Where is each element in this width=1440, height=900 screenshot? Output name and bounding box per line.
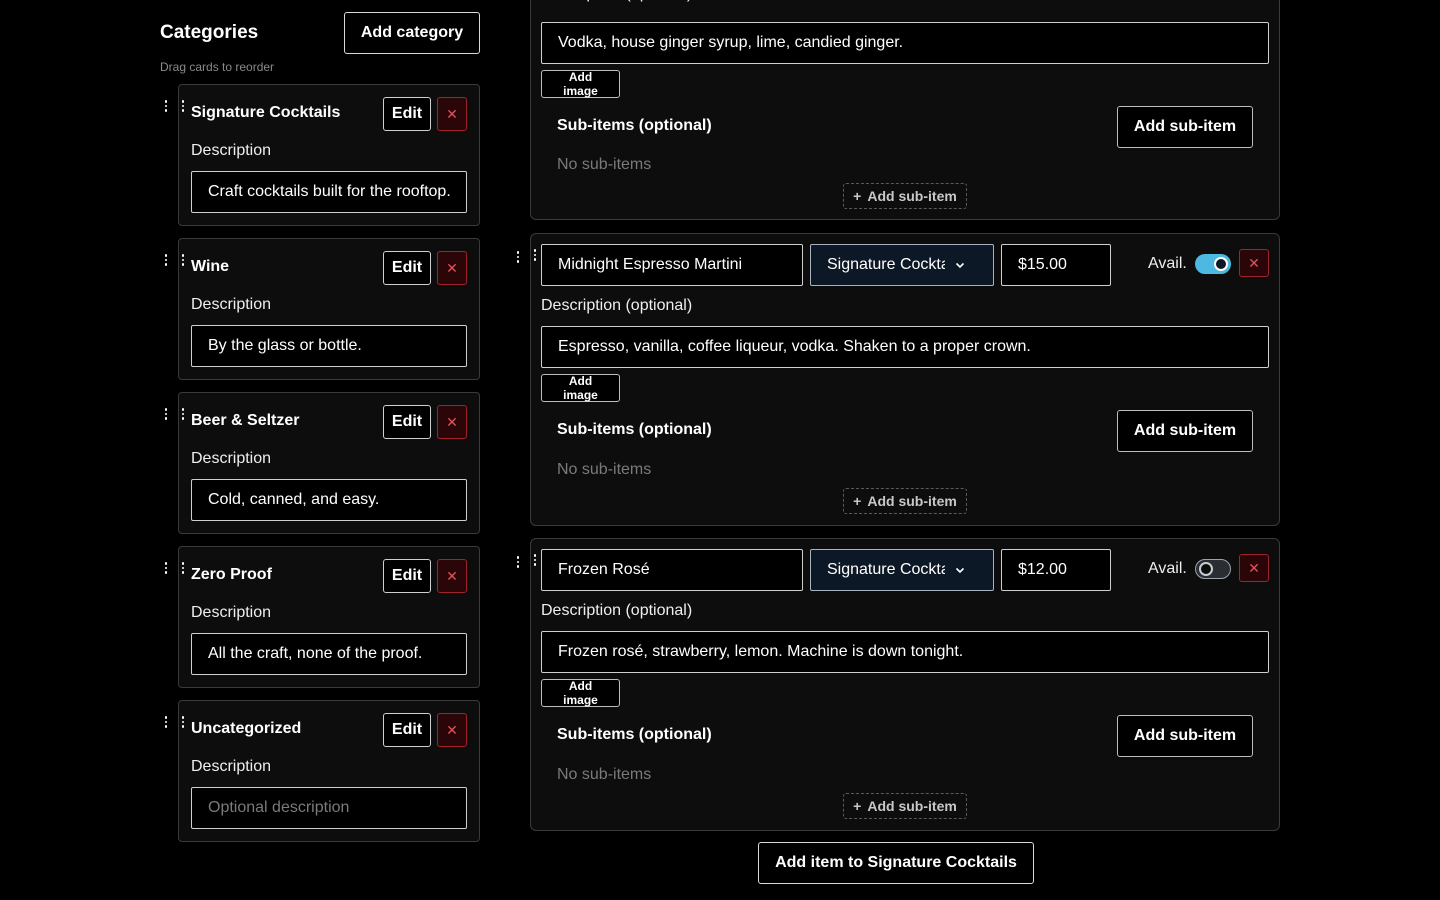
item-card: Description (optional) Vodka, house ging… (530, 0, 1280, 220)
category-name: Wine (191, 258, 230, 275)
close-icon: ✕ (1248, 559, 1260, 576)
category-description-label: Description (191, 604, 272, 621)
category-description-label: Description (191, 450, 272, 467)
item-card: Frozen Rosé Signature Cocktails $12.00 A… (530, 538, 1280, 831)
item-category-value: Signature Cocktails (827, 256, 945, 273)
edit-category-button[interactable]: Edit (383, 97, 431, 131)
category-description-input[interactable]: Cold, canned, and easy. (191, 479, 467, 521)
available-toggle[interactable] (1195, 254, 1231, 274)
no-sub-items-text: No sub-items (557, 766, 652, 783)
available-label: Avail. (1148, 255, 1187, 272)
add-category-button[interactable]: Add category (344, 12, 480, 54)
available-label: Avail. (1148, 560, 1187, 577)
category-name: Beer & Seltzer (191, 412, 300, 429)
close-icon: ✕ (446, 567, 458, 584)
category-description-label: Description (191, 758, 272, 775)
sub-items-title: Sub-items (optional) (557, 421, 712, 438)
category-card-uncategorized: Uncategorized Edit ✕ Description Optiona… (178, 700, 480, 842)
close-icon: ✕ (446, 105, 458, 122)
item-description-input[interactable]: Vodka, house ginger syrup, lime, candied… (541, 22, 1269, 64)
no-sub-items-text: No sub-items (557, 461, 652, 478)
category-card-beer-seltzer: Beer & Seltzer Edit ✕ Description Cold, … (178, 392, 480, 534)
category-name: Signature Cocktails (191, 104, 341, 121)
add-sub-item-button[interactable]: Add sub-item (1117, 106, 1253, 148)
drag-handle-icon[interactable] (181, 562, 191, 582)
edit-category-button[interactable]: Edit (383, 713, 431, 747)
item-description-label: Description (optional) (541, 0, 692, 4)
add-sub-item-button[interactable]: Add sub-item (1117, 715, 1253, 757)
delete-category-button[interactable]: ✕ (437, 251, 467, 285)
category-description-input[interactable]: Optional description (191, 787, 467, 829)
category-description-input[interactable]: All the craft, none of the proof. (191, 633, 467, 675)
delete-category-button[interactable]: ✕ (437, 405, 467, 439)
category-description-input[interactable]: By the glass or bottle. (191, 325, 467, 367)
edit-category-button[interactable]: Edit (383, 559, 431, 593)
item-description-input[interactable]: Espresso, vanilla, coffee liqueur, vodka… (541, 326, 1269, 368)
add-sub-item-dashed-button[interactable]: + Add sub-item (843, 488, 967, 514)
add-sub-item-dashed-button[interactable]: + Add sub-item (843, 183, 967, 209)
close-icon: ✕ (1248, 254, 1260, 271)
plus-icon: + (853, 188, 862, 204)
drag-handle-icon[interactable] (164, 408, 174, 428)
close-icon: ✕ (446, 721, 458, 738)
drag-handle-icon[interactable] (164, 562, 174, 582)
drag-handle-icon[interactable] (516, 556, 526, 576)
chevron-down-icon (955, 567, 965, 574)
add-sub-item-dashed-button[interactable]: + Add sub-item (843, 793, 967, 819)
item-description-label: Description (optional) (541, 297, 693, 314)
item-category-select[interactable]: Signature Cocktails (810, 549, 994, 591)
item-name-input[interactable]: Midnight Espresso Martini (541, 244, 803, 286)
delete-category-button[interactable]: ✕ (437, 97, 467, 131)
delete-item-button[interactable]: ✕ (1239, 554, 1269, 582)
drag-handle-icon[interactable] (181, 716, 191, 736)
item-description-input[interactable]: Frozen rosé, strawberry, lemon. Machine … (541, 631, 1269, 673)
sub-items-title: Sub-items (optional) (557, 117, 712, 134)
category-card-wine: Wine Edit ✕ Description By the glass or … (178, 238, 480, 380)
item-price-input[interactable]: $12.00 (1001, 549, 1111, 591)
drag-handle-icon[interactable] (164, 716, 174, 736)
available-toggle[interactable] (1195, 559, 1231, 579)
edit-category-button[interactable]: Edit (383, 251, 431, 285)
category-card-zero-proof: Zero Proof Edit ✕ Description All the cr… (178, 546, 480, 688)
category-description-label: Description (191, 142, 272, 159)
sub-items-title: Sub-items (optional) (557, 726, 712, 743)
plus-icon: + (853, 798, 862, 814)
add-sub-item-dashed-label: Add sub-item (867, 798, 957, 814)
drag-handle-icon[interactable] (164, 100, 174, 120)
delete-category-button[interactable]: ✕ (437, 559, 467, 593)
reorder-hint: Drag cards to reorder (160, 60, 275, 74)
category-name: Uncategorized (191, 720, 302, 737)
add-image-button[interactable]: Add image (541, 374, 620, 402)
close-icon: ✕ (446, 259, 458, 276)
item-card: Midnight Espresso Martini Signature Cock… (530, 233, 1280, 526)
drag-handle-icon[interactable] (181, 408, 191, 428)
plus-icon: + (853, 493, 862, 509)
item-name-input[interactable]: Frozen Rosé (541, 549, 803, 591)
add-sub-item-dashed-label: Add sub-item (867, 493, 957, 509)
add-sub-item-dashed-label: Add sub-item (867, 188, 957, 204)
item-category-select[interactable]: Signature Cocktails (810, 244, 994, 286)
drag-handle-icon[interactable] (181, 100, 191, 120)
categories-title: Categories (160, 22, 259, 43)
item-price-input[interactable]: $15.00 (1001, 244, 1111, 286)
add-image-button[interactable]: Add image (541, 679, 620, 707)
add-item-button[interactable]: Add item to Signature Cocktails (758, 842, 1034, 884)
no-sub-items-text: No sub-items (557, 156, 652, 173)
delete-category-button[interactable]: ✕ (437, 713, 467, 747)
edit-category-button[interactable]: Edit (383, 405, 431, 439)
item-category-value: Signature Cocktails (827, 561, 945, 578)
item-description-label: Description (optional) (541, 602, 693, 619)
chevron-down-icon (955, 262, 965, 269)
add-image-button[interactable]: Add image (541, 70, 620, 98)
drag-handle-icon[interactable] (164, 254, 174, 274)
category-name: Zero Proof (191, 566, 272, 583)
add-sub-item-button[interactable]: Add sub-item (1117, 410, 1253, 452)
close-icon: ✕ (446, 413, 458, 430)
drag-handle-icon[interactable] (181, 254, 191, 274)
drag-handle-icon[interactable] (516, 251, 526, 271)
delete-item-button[interactable]: ✕ (1239, 249, 1269, 277)
category-description-label: Description (191, 296, 272, 313)
category-card-signature-cocktails: Signature Cocktails Edit ✕ Description C… (178, 84, 480, 226)
category-description-input[interactable]: Craft cocktails built for the rooftop. (191, 171, 467, 213)
